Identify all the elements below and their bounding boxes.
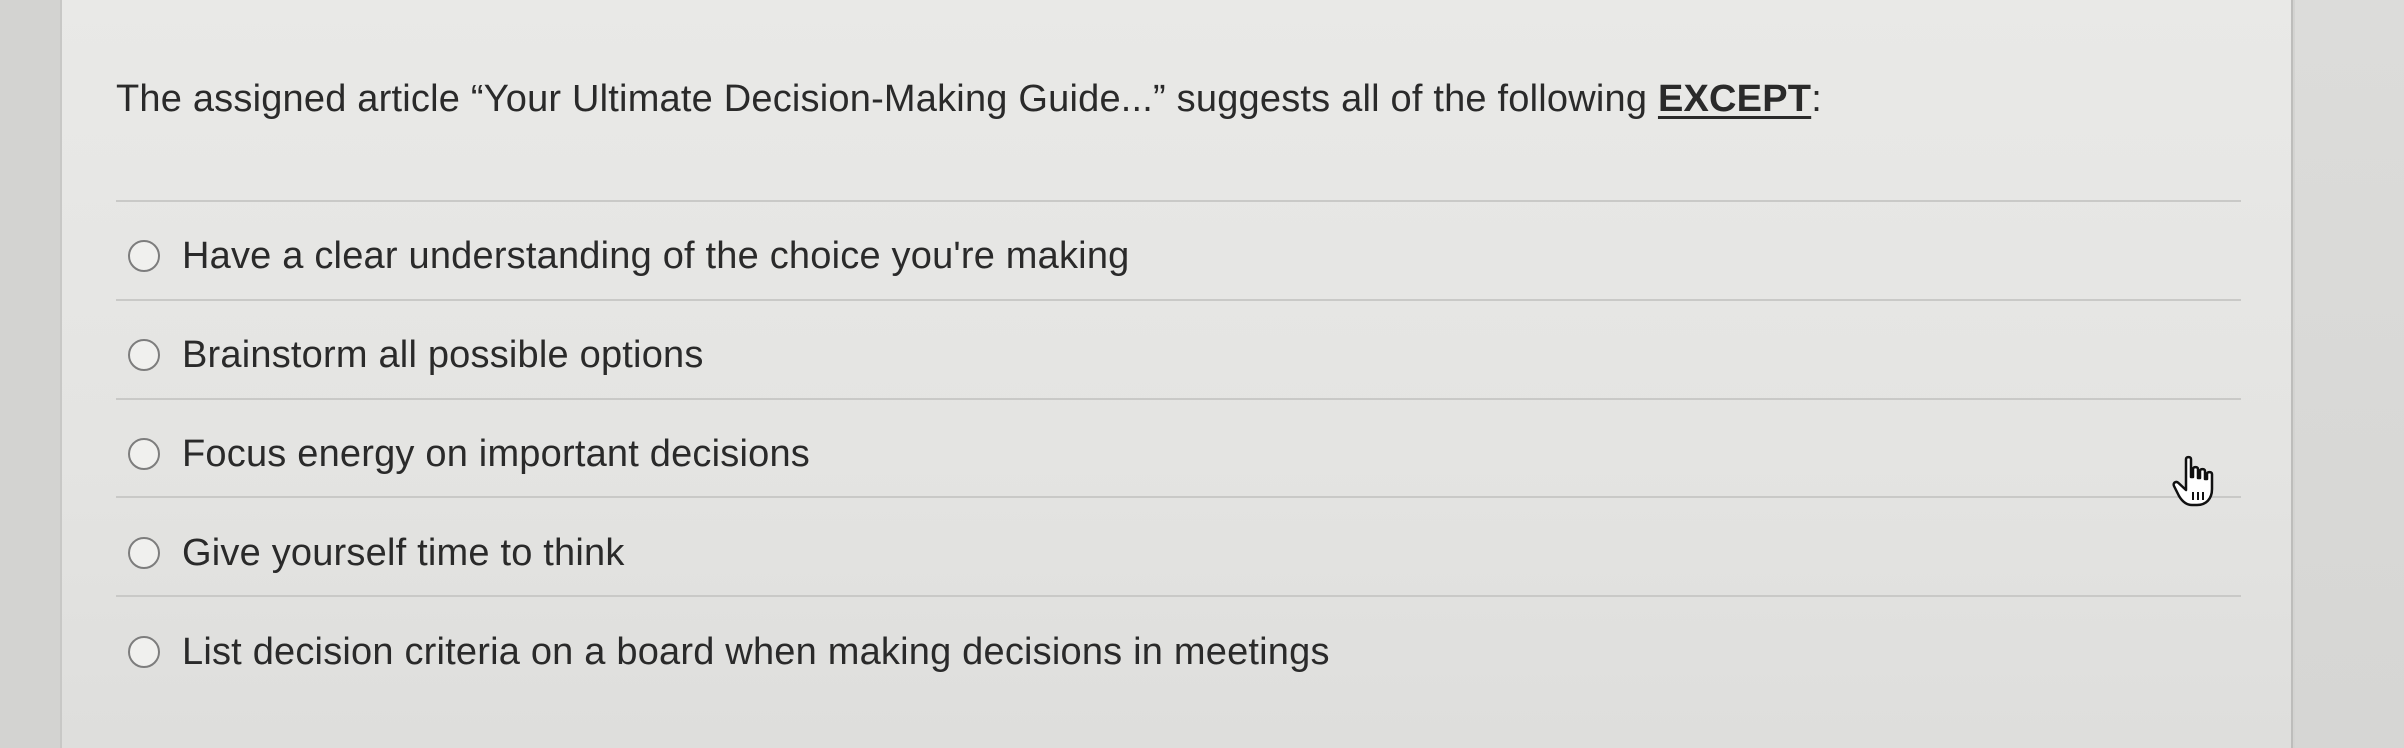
radio-button[interactable] <box>128 537 160 569</box>
page-margin <box>2295 0 2404 748</box>
question-text: The assigned article “Your Ultimate Deci… <box>116 78 1822 121</box>
question-colon: : <box>1811 78 1822 120</box>
answer-option-4[interactable]: Give yourself time to think <box>128 523 625 583</box>
question-emphasis: EXCEPT <box>1657 78 1812 120</box>
divider <box>116 595 2241 597</box>
radio-button[interactable] <box>128 240 160 272</box>
question-prompt: The assigned article “Your Ultimate Deci… <box>116 78 1658 120</box>
radio-button[interactable] <box>128 438 160 470</box>
divider <box>116 299 2241 301</box>
option-label: List decision criteria on a board when m… <box>182 630 1330 673</box>
answer-option-2[interactable]: Brainstorm all possible options <box>128 325 704 385</box>
option-label: Brainstorm all possible options <box>182 333 704 376</box>
option-label: Give yourself time to think <box>182 531 625 574</box>
answer-option-1[interactable]: Have a clear understanding of the choice… <box>128 226 1130 286</box>
radio-button[interactable] <box>128 339 160 371</box>
answer-option-5[interactable]: List decision criteria on a board when m… <box>128 622 1330 682</box>
divider <box>116 496 2241 498</box>
hand-pointer-icon <box>2172 455 2214 507</box>
option-label: Focus energy on important decisions <box>182 432 810 475</box>
divider <box>116 200 2241 202</box>
answer-option-3[interactable]: Focus energy on important decisions <box>128 424 810 484</box>
radio-button[interactable] <box>128 636 160 668</box>
option-label: Have a clear understanding of the choice… <box>182 234 1130 277</box>
divider <box>116 398 2241 400</box>
